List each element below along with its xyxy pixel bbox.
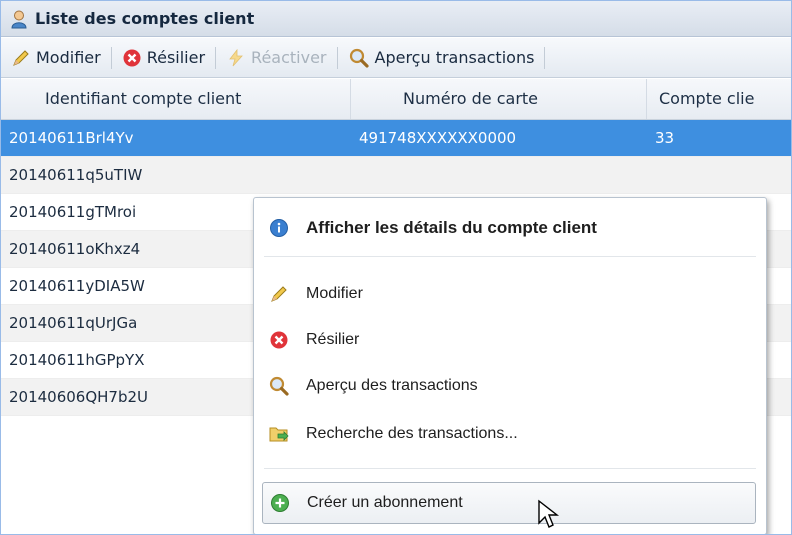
menu-item-show-details[interactable]: Afficher les détails du compte client	[262, 208, 756, 248]
toolbar: Modifier Résilier Réactiver Aperçu trans…	[1, 38, 791, 78]
mouse-cursor-icon	[537, 499, 563, 534]
modify-label: Modifier	[36, 48, 101, 67]
panel-header: Liste des comptes client	[1, 1, 791, 37]
pencil-icon	[11, 48, 31, 68]
cancel-account-button[interactable]: Résilier	[118, 48, 209, 68]
magnifier-icon	[348, 47, 370, 69]
preview-transactions-label: Aperçu transactions	[374, 48, 535, 67]
toolbar-separator	[336, 46, 338, 69]
menu-item-create-subscription[interactable]: Créer un abonnement	[262, 482, 756, 524]
magnifier-icon	[266, 375, 292, 397]
delete-icon	[266, 330, 292, 350]
toolbar-separator	[544, 46, 546, 69]
toolbar-separator	[215, 46, 217, 69]
card-number-cell: 491748XXXXXX0000	[359, 129, 517, 147]
delete-icon	[122, 48, 142, 68]
reactivate-button[interactable]: Réactiver	[222, 48, 330, 68]
account-id-cell: 20140611q5uTIW	[9, 166, 143, 184]
menu-item-label: Afficher les détails du compte client	[306, 218, 597, 237]
reactivate-label: Réactiver	[251, 48, 327, 67]
account-id-cell: 20140611Brl4Yv	[9, 129, 134, 147]
menu-item-modify[interactable]: Modifier	[262, 274, 756, 314]
table-row[interactable]: 20140611Brl4Yv 491748XXXXXX0000 33	[1, 120, 791, 157]
preview-transactions-button[interactable]: Aperçu transactions	[344, 47, 539, 69]
column-header-card-number[interactable]: Numéro de carte	[351, 79, 647, 119]
menu-item-cancel-account[interactable]: Résilier	[262, 320, 756, 360]
toolbar-separator	[110, 46, 112, 69]
pencil-icon	[266, 284, 292, 304]
customer-account-cell: 33	[655, 129, 675, 147]
menu-item-label: Aperçu des transactions	[306, 377, 478, 394]
menu-separator	[264, 468, 756, 469]
column-header-customer-account[interactable]: Compte clie	[647, 79, 791, 119]
table-row[interactable]: 20140611q5uTIW	[1, 157, 791, 194]
modify-button[interactable]: Modifier	[7, 48, 105, 68]
menu-separator	[264, 256, 756, 257]
add-icon	[267, 493, 293, 513]
menu-item-label: Modifier	[306, 285, 363, 302]
panel-title: Liste des comptes client	[35, 9, 255, 28]
user-icon	[9, 9, 29, 29]
context-menu: Afficher les détails du compte client Mo…	[253, 197, 767, 534]
customer-accounts-panel: Liste des comptes client Modifier Résili…	[0, 0, 792, 535]
column-header-account-id[interactable]: Identifiant compte client	[1, 79, 351, 119]
menu-item-label: Recherche des transactions...	[306, 425, 518, 442]
menu-item-label: Créer un abonnement	[307, 494, 463, 511]
lightning-icon	[226, 48, 246, 68]
grid-header: Identifiant compte client Numéro de cart…	[1, 79, 791, 120]
cancel-account-label: Résilier	[146, 48, 206, 67]
menu-item-search-transactions[interactable]: Recherche des transactions...	[262, 414, 756, 454]
menu-item-preview-transactions[interactable]: Aperçu des transactions	[262, 366, 756, 406]
folder-search-icon	[266, 423, 292, 445]
menu-item-label: Résilier	[306, 331, 360, 348]
info-icon	[266, 218, 292, 238]
